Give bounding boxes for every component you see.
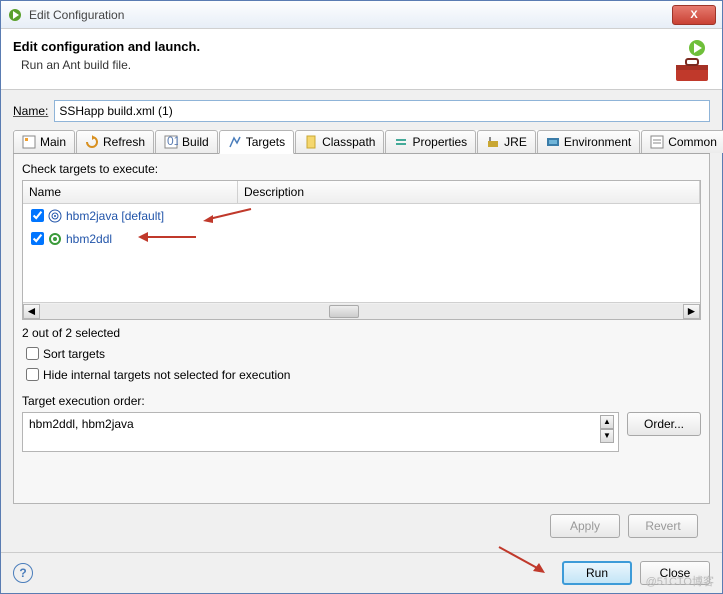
tab-build[interactable]: 010Build [155, 130, 218, 153]
column-description[interactable]: Description [238, 181, 700, 203]
main-icon [22, 135, 36, 149]
targets-panel: Check targets to execute: Name Descripti… [13, 154, 710, 504]
tab-targets[interactable]: Targets [219, 130, 294, 154]
annotation-arrow-icon [203, 207, 253, 223]
scroll-left-button[interactable]: ◄ [23, 304, 40, 319]
horizontal-scrollbar[interactable]: ◄ ► [23, 302, 700, 319]
execution-order-box: hbm2ddl, hbm2java ▲ ▼ [22, 412, 619, 452]
order-button[interactable]: Order... [627, 412, 701, 436]
classpath-icon [304, 135, 318, 149]
execution-order-label: Target execution order: [22, 394, 701, 408]
name-input[interactable] [54, 100, 710, 122]
bottom-bar: ? Run Close @51CTO博客 [1, 552, 722, 593]
selection-count: 2 out of 2 selected [22, 326, 701, 340]
watermark: @51CTO博客 [646, 573, 714, 589]
run-button[interactable]: Run [562, 561, 632, 585]
refresh-icon [85, 135, 99, 149]
window-title: Edit Configuration [29, 8, 672, 22]
table-row[interactable]: hbm2java [default] [23, 204, 700, 227]
tab-refresh[interactable]: Refresh [76, 130, 154, 153]
dialog-body: Name: Main Refresh 010Build Targets Clas… [1, 90, 722, 552]
bullseye-icon [48, 209, 62, 223]
svg-text:010: 010 [167, 135, 178, 148]
jre-icon [486, 135, 500, 149]
properties-icon [394, 135, 408, 149]
spin-down-button[interactable]: ▼ [600, 429, 614, 443]
name-label: Name: [13, 104, 48, 118]
tab-bar: Main Refresh 010Build Targets Classpath … [13, 130, 710, 154]
apply-button[interactable]: Apply [550, 514, 620, 538]
hide-internal-checkbox[interactable] [26, 368, 39, 381]
target-checkbox[interactable] [31, 209, 44, 222]
apply-revert-row: Apply Revert [13, 504, 710, 542]
tab-common[interactable]: Common [641, 130, 723, 153]
help-icon[interactable]: ? [13, 563, 33, 583]
tab-jre[interactable]: JRE [477, 130, 536, 153]
close-window-button[interactable]: X [672, 5, 716, 25]
run-config-icon [7, 7, 23, 23]
tab-main[interactable]: Main [13, 130, 75, 153]
dialog-window: Edit Configuration X Edit configuration … [0, 0, 723, 594]
banner-title: Edit configuration and launch. [13, 39, 662, 54]
revert-button[interactable]: Revert [628, 514, 698, 538]
target-name-label: hbm2ddl [66, 232, 112, 246]
scroll-track[interactable] [40, 304, 683, 319]
build-icon: 010 [164, 135, 178, 149]
table-row[interactable]: hbm2ddl [23, 227, 700, 250]
spin-up-button[interactable]: ▲ [600, 415, 614, 429]
header-banner: Edit configuration and launch. Run an An… [1, 29, 722, 90]
execution-order-value: hbm2ddl, hbm2java [29, 417, 134, 431]
tab-environment[interactable]: Environment [537, 130, 640, 153]
banner-subtitle: Run an Ant build file. [13, 58, 662, 72]
targets-table: Name Description hbm2java [default] hbm2… [22, 180, 701, 320]
hide-internal-label: Hide internal targets not selected for e… [43, 368, 290, 382]
target-name-label: hbm2java [default] [66, 209, 164, 223]
table-header: Name Description [23, 181, 700, 204]
targets-icon [228, 135, 242, 149]
sort-targets-checkbox[interactable] [26, 347, 39, 360]
banner-icon [662, 39, 710, 83]
toolbox-icon [674, 55, 710, 83]
target-icon [48, 232, 62, 246]
titlebar: Edit Configuration X [1, 1, 722, 29]
spinner: ▲ ▼ [600, 415, 616, 443]
check-targets-label: Check targets to execute: [22, 162, 701, 176]
annotation-arrow-icon [497, 545, 547, 575]
target-checkbox[interactable] [31, 232, 44, 245]
scroll-right-button[interactable]: ► [683, 304, 700, 319]
sort-targets-label: Sort targets [43, 347, 105, 361]
scroll-thumb[interactable] [329, 305, 359, 318]
environment-icon [546, 135, 560, 149]
tab-properties[interactable]: Properties [385, 130, 476, 153]
common-icon [650, 135, 664, 149]
tab-classpath[interactable]: Classpath [295, 130, 384, 153]
column-name[interactable]: Name [23, 181, 238, 203]
annotation-arrow-icon [138, 230, 198, 244]
